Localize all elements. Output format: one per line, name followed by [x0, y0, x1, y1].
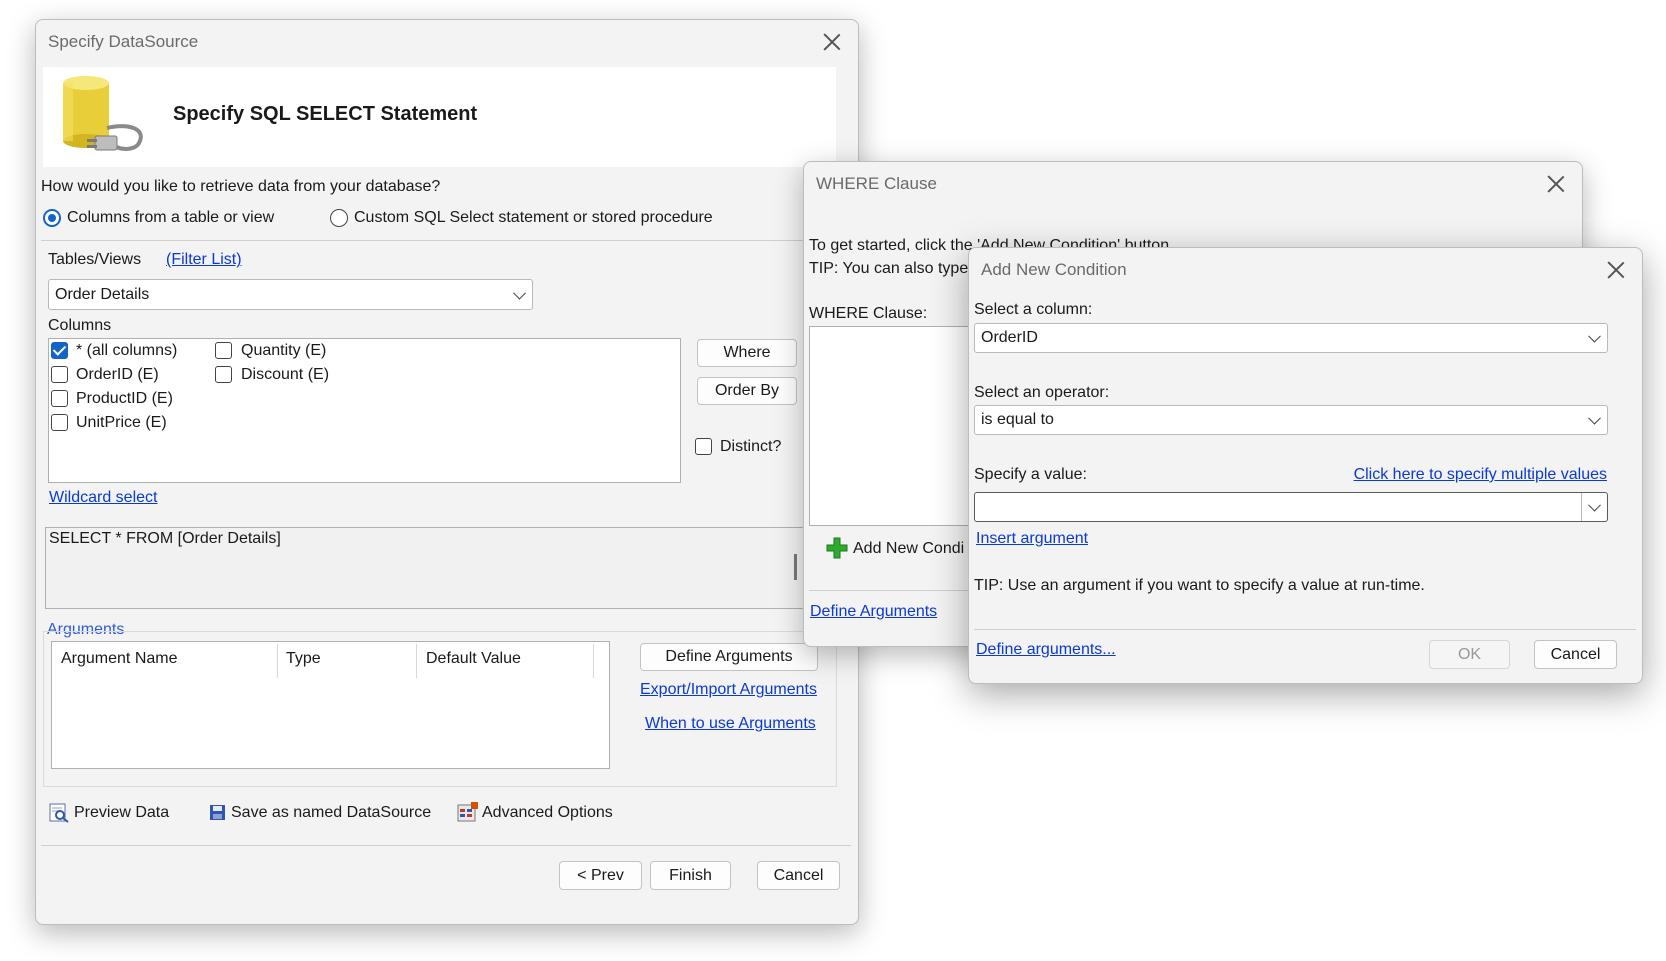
save-named-datasource-action[interactable]: Save as named DataSource [231, 804, 431, 822]
radio-custom-sql[interactable] [330, 209, 348, 227]
titlebar: Add New Condition [969, 248, 1642, 292]
column-label-productid: ProductID (E) [76, 390, 173, 407]
insert-argument-link[interactable]: Insert argument [976, 530, 1088, 548]
column-checkbox-unitprice[interactable] [51, 414, 68, 431]
arg-header-default: Default Value [426, 650, 521, 667]
divider [974, 629, 1636, 630]
select-operator-label: Select an operator: [974, 384, 1110, 401]
close-icon[interactable] [1544, 172, 1568, 196]
column-separator [277, 644, 278, 678]
radio-columns-label: Columns from a table or view [67, 209, 275, 226]
add-new-condition-button[interactable]: Add New Condi [853, 540, 964, 558]
value-tip: TIP: Use an argument if you want to spec… [974, 577, 1425, 594]
sql-statement-textarea[interactable]: SELECT * FROM [Order Details] [45, 527, 835, 609]
operator-select-value: is equal to [981, 411, 1054, 428]
column-checkbox-all[interactable] [51, 342, 68, 359]
page-title: Specify SQL SELECT Statement [173, 103, 478, 125]
when-to-use-arguments-link[interactable]: When to use Arguments [645, 715, 816, 733]
column-select-value: OrderID [981, 329, 1038, 346]
header-banner: Specify SQL SELECT Statement [43, 67, 836, 167]
finish-button[interactable]: Finish [650, 861, 731, 890]
define-arguments-button[interactable]: Define Arguments [640, 643, 818, 671]
filter-list-link[interactable]: (Filter List) [166, 251, 242, 269]
chevron-down-icon [513, 286, 526, 300]
window-title: Specify DataSource [48, 32, 199, 51]
column-label-orderid: OrderID (E) [76, 366, 159, 383]
select-column-label: Select a column: [974, 301, 1093, 318]
column-label-unitprice: UnitPrice (E) [76, 414, 167, 431]
define-arguments-link[interactable]: Define arguments... [976, 641, 1116, 659]
specify-multiple-values-link[interactable]: Click here to specify multiple values [1354, 466, 1607, 484]
column-label-quantity: Quantity (E) [241, 342, 327, 359]
define-arguments-link[interactable]: Define Arguments [810, 603, 937, 621]
arguments-table: Argument Name Type Default Value [51, 641, 610, 769]
divider [41, 845, 851, 846]
arg-header-type: Type [286, 650, 321, 667]
sql-text: SELECT * FROM [Order Details] [49, 530, 281, 547]
prev-button[interactable]: < Prev [559, 861, 642, 890]
specify-datasource-dialog: Specify DataSource Specify SQL SELECT St… [35, 19, 859, 925]
cancel-button[interactable]: Cancel [1534, 640, 1617, 669]
column-checkbox-orderid[interactable] [51, 366, 68, 383]
column-label-all: * (all columns) [76, 342, 178, 359]
export-import-arguments-link[interactable]: Export/Import Arguments [640, 681, 817, 699]
close-icon[interactable] [820, 30, 844, 54]
distinct-label: Distinct? [720, 438, 782, 455]
window-title: Add New Condition [981, 260, 1127, 279]
specify-value-label: Specify a value: [974, 466, 1087, 483]
divider [41, 240, 831, 241]
column-separator [416, 644, 417, 678]
preview-data-action[interactable]: Preview Data [74, 804, 169, 822]
value-dropdown-button[interactable] [1581, 493, 1607, 521]
tables-views-label: Tables/Views [48, 251, 142, 268]
chevron-down-icon [1588, 411, 1601, 425]
window-title: WHERE Clause [816, 174, 937, 193]
tables-views-value: Order Details [55, 285, 150, 303]
add-new-condition-dialog: Add New Condition Select a column: Order… [968, 247, 1643, 684]
chevron-down-icon [1588, 498, 1601, 512]
radio-columns-from-table[interactable] [43, 209, 61, 227]
columns-list: * (all columns) OrderID (E) ProductID (E… [48, 338, 681, 483]
column-label-discount: Discount (E) [241, 366, 330, 383]
where-clause-label: WHERE Clause: [809, 305, 928, 322]
plus-icon [826, 537, 848, 559]
titlebar: WHERE Clause [804, 162, 1582, 206]
column-checkbox-productid[interactable] [51, 390, 68, 407]
value-combo[interactable] [974, 492, 1608, 522]
cancel-button[interactable]: Cancel [757, 861, 840, 890]
wildcard-select-link[interactable]: Wildcard select [49, 489, 157, 507]
retrieve-question: How would you like to retrieve data from… [41, 178, 441, 195]
arg-header-name: Argument Name [61, 650, 178, 667]
preview-data-icon [49, 803, 69, 823]
textarea-scrollbar[interactable] [794, 554, 797, 580]
close-icon[interactable] [1604, 258, 1628, 282]
operator-select[interactable]: is equal to [974, 405, 1608, 435]
titlebar: Specify DataSource [36, 20, 858, 64]
radio-custom-label: Custom SQL Select statement or stored pr… [354, 209, 713, 226]
where-button[interactable]: Where [697, 339, 797, 367]
column-checkbox-quantity[interactable] [215, 342, 232, 359]
column-select[interactable]: OrderID [974, 323, 1608, 353]
distinct-checkbox[interactable] [695, 438, 712, 455]
order-by-button[interactable]: Order By [697, 377, 797, 405]
advanced-options-action[interactable]: Advanced Options [482, 804, 613, 822]
column-checkbox-discount[interactable] [215, 366, 232, 383]
tables-views-select[interactable]: Order Details [48, 279, 533, 310]
ok-button[interactable]: OK [1429, 640, 1510, 669]
save-icon [210, 805, 225, 820]
column-separator [593, 644, 594, 678]
columns-label: Columns [48, 317, 112, 334]
chevron-down-icon [1588, 329, 1601, 343]
advanced-options-icon [457, 802, 478, 822]
where-tip: TIP: You can also type [809, 260, 969, 277]
database-icon [63, 76, 143, 151]
